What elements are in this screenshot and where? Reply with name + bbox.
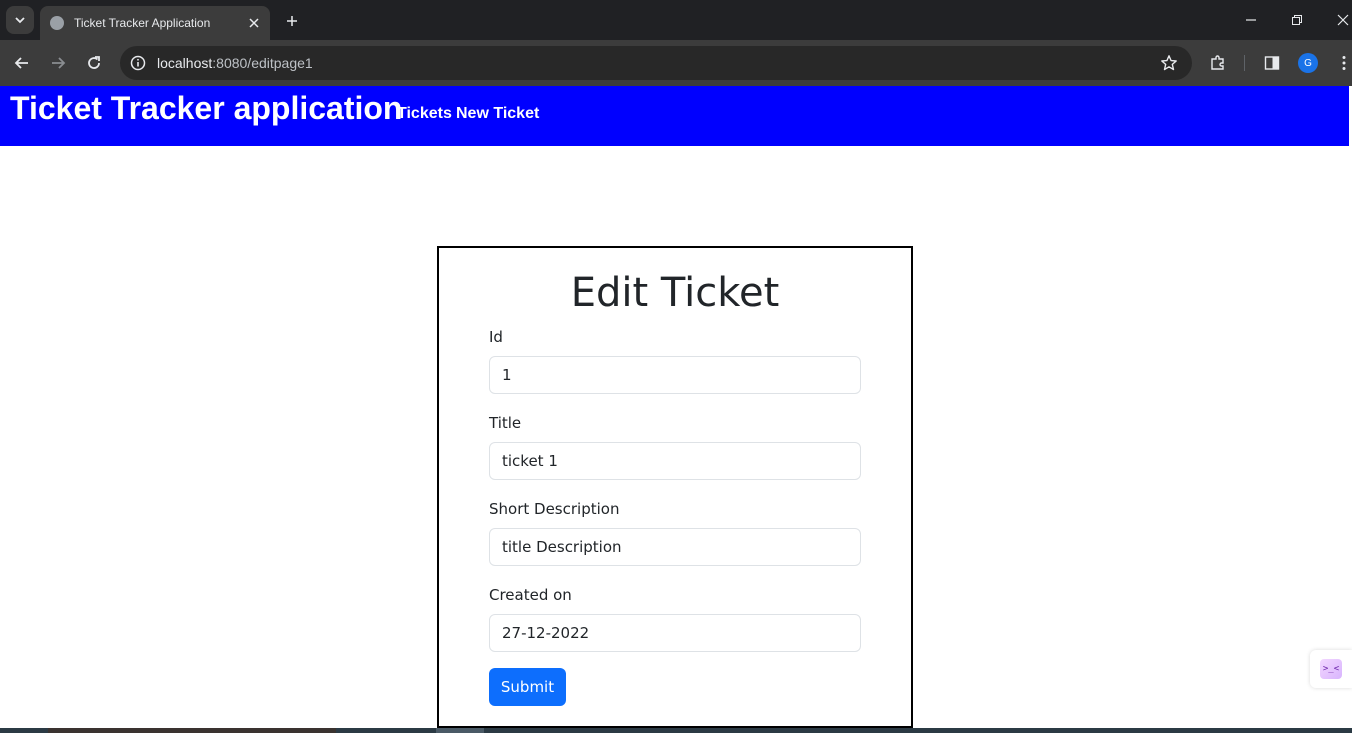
id-label: Id — [489, 328, 503, 346]
minimize-button[interactable] — [1239, 8, 1263, 32]
nav-link-new-ticket[interactable]: New Ticket — [456, 105, 539, 123]
taskbar-item — [436, 728, 484, 733]
form-title: Edit Ticket — [570, 270, 780, 316]
close-icon — [249, 18, 259, 28]
title-field[interactable] — [489, 442, 861, 480]
close-window-button[interactable] — [1331, 8, 1352, 32]
url-path: :8080/editpage1 — [212, 55, 313, 71]
chevron-down-icon — [15, 17, 25, 24]
close-icon — [1337, 14, 1349, 26]
tab-close-button[interactable] — [246, 15, 262, 31]
page-content: Ticket Tracker application Tickets New T… — [0, 86, 1352, 733]
puzzle-icon[interactable] — [1207, 52, 1229, 74]
browser-tab[interactable]: Ticket Tracker Application — [40, 6, 270, 40]
info-icon[interactable] — [128, 53, 148, 73]
created-on-label: Created on — [489, 586, 572, 604]
arrow-left-icon — [14, 57, 28, 69]
edit-ticket-form: Edit Ticket Id Title Short Description C… — [437, 246, 913, 728]
reload-icon — [88, 56, 100, 69]
toolbar-divider — [1244, 55, 1245, 71]
profile-avatar[interactable]: G — [1298, 53, 1318, 73]
globe-icon — [50, 16, 64, 30]
taskbar-item — [48, 728, 336, 733]
app-brand[interactable]: Ticket Tracker application — [10, 90, 402, 127]
url-text: localhost:8080/editpage1 — [157, 55, 313, 71]
new-tab-button[interactable] — [280, 9, 304, 33]
short-description-field[interactable] — [489, 528, 861, 566]
browser-toolbar: localhost:8080/editpage1 — [0, 40, 1352, 86]
id-field[interactable] — [489, 356, 861, 394]
reload-button[interactable] — [82, 51, 106, 75]
extension-icon: >_< — [1320, 659, 1342, 679]
tab-strip: Ticket Tracker Application — [0, 0, 1352, 40]
submit-button[interactable]: Submit — [489, 668, 566, 706]
app-navbar: Ticket Tracker application Tickets New T… — [0, 86, 1349, 146]
tab-search-button[interactable] — [6, 6, 34, 34]
url-host: localhost — [157, 55, 213, 71]
plus-icon — [287, 16, 297, 26]
arrow-right-icon — [52, 57, 66, 69]
side-panel-icon[interactable] — [1261, 52, 1283, 74]
kebab-menu-icon[interactable] — [1333, 52, 1352, 74]
title-label: Title — [489, 414, 522, 432]
minimize-icon — [1246, 19, 1256, 21]
star-icon[interactable] — [1160, 54, 1178, 72]
forward-button[interactable] — [46, 51, 70, 75]
back-button[interactable] — [10, 51, 34, 75]
tab-title: Ticket Tracker Application — [74, 16, 211, 30]
restore-button[interactable] — [1285, 8, 1309, 32]
short-description-label: Short Description — [489, 500, 620, 518]
restore-icon — [1292, 15, 1302, 25]
side-extension-widget[interactable]: >_< — [1310, 650, 1352, 688]
nav-link-tickets[interactable]: Tickets — [397, 105, 452, 123]
address-bar[interactable]: localhost:8080/editpage1 — [120, 46, 1192, 80]
created-on-field[interactable] — [489, 614, 861, 652]
